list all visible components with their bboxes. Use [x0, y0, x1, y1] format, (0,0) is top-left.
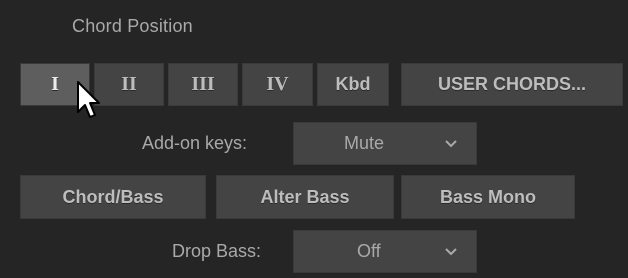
- keyboard-button[interactable]: Kbd: [317, 63, 389, 106]
- chevron-down-icon: [444, 231, 458, 272]
- chord-position-ii-label: II: [121, 73, 137, 95]
- chord-position-iii-button[interactable]: III: [168, 63, 238, 106]
- drop-bass-label: Drop Bass:: [172, 241, 262, 261]
- chord-bass-button[interactable]: Chord/Bass: [20, 175, 206, 219]
- chord-position-iv-label: IV: [266, 73, 289, 95]
- drop-bass-dropdown[interactable]: Off: [293, 230, 477, 273]
- alter-bass-button[interactable]: Alter Bass: [216, 175, 394, 219]
- addon-keys-value: Mute: [344, 133, 385, 153]
- drop-bass-value: Off: [357, 241, 381, 261]
- chord-bass-label: Chord/Bass: [62, 186, 164, 207]
- addon-keys-label: Add-on keys:: [142, 133, 248, 153]
- chord-position-i-label: I: [51, 73, 59, 95]
- addon-keys-dropdown[interactable]: Mute: [293, 122, 477, 165]
- alter-bass-label: Alter Bass: [260, 186, 350, 207]
- user-chords-button[interactable]: USER CHORDS...: [401, 63, 623, 106]
- chord-position-iv-button[interactable]: IV: [242, 63, 313, 106]
- user-chords-label: USER CHORDS...: [437, 74, 587, 94]
- chord-position-ii-button[interactable]: II: [94, 63, 164, 106]
- bass-mono-button[interactable]: Bass Mono: [401, 175, 575, 219]
- chevron-down-icon: [444, 123, 458, 164]
- chord-position-iii-label: III: [191, 73, 215, 95]
- keyboard-label: Kbd: [335, 74, 371, 94]
- bass-mono-label: Bass Mono: [439, 186, 536, 207]
- mouse-pointer-icon: [76, 80, 102, 122]
- chord-position-title: Chord Position: [72, 16, 193, 36]
- chord-settings-panel: Chord Position I II III IV Kbd USER CHOR…: [0, 0, 628, 278]
